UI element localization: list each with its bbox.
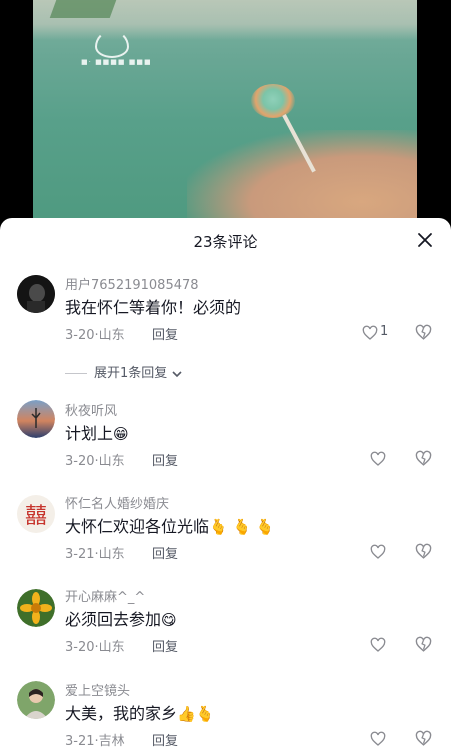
comment-text-body: 大怀仁欢迎各位光临 (65, 517, 210, 536)
comment-date: 3-21 (65, 547, 95, 562)
broken-heart-icon (415, 324, 432, 340)
comment-text-body: 必须回去参加 (65, 610, 162, 629)
like-button[interactable] (370, 637, 386, 653)
video-island (251, 84, 295, 118)
expand-divider (65, 373, 87, 374)
comment-text: 必须回去参加😋 (65, 606, 177, 630)
broken-heart-icon (415, 543, 432, 559)
like-button[interactable] (362, 325, 378, 341)
comment-username[interactable]: 怀仁名人婚纱婚庆 (65, 493, 169, 512)
reply-button[interactable]: 回复 (152, 636, 178, 655)
avatar-double-happiness-char: 囍 (24, 504, 47, 529)
comment-location: 山东 (98, 328, 125, 343)
heart-icon (362, 325, 378, 340)
like-button[interactable] (370, 731, 386, 747)
comment-emoji: 😋 (161, 611, 177, 629)
video-field (49, 0, 117, 18)
dislike-button[interactable] (415, 450, 432, 467)
comment-location: 山东 (98, 640, 125, 655)
comment-sheet: 23条评论 用户7652191085478 我在怀仁等着你！必须的 3-20·山… (0, 218, 451, 751)
avatar-image-icon (17, 275, 55, 313)
comment-meta: 3-21·山东 (65, 547, 125, 562)
comment-meta: 3-21·吉林 (65, 734, 125, 749)
comment-emoji: 😁 (113, 425, 129, 443)
broken-heart-icon (415, 450, 432, 466)
watermark-text: ■· ■■■■ ■■■ (81, 58, 152, 66)
reply-button[interactable]: 回复 (152, 324, 178, 343)
dislike-button[interactable] (415, 730, 432, 747)
reply-button[interactable]: 回复 (152, 450, 178, 469)
comment-meta: 3-20·山东 (65, 454, 125, 469)
heart-icon (370, 731, 386, 746)
avatar[interactable] (17, 681, 55, 719)
comment-meta: 3-20·山东 (65, 328, 125, 343)
comment-username[interactable]: 用户7652191085478 (65, 274, 199, 293)
heart-icon (370, 544, 386, 559)
watermark-icon (95, 30, 129, 58)
comment-location: 吉林 (98, 734, 125, 749)
like-button[interactable] (370, 544, 386, 560)
comment-username[interactable]: 开心麻麻^_^ (65, 586, 145, 605)
comment-username[interactable]: 爱上空镜头 (65, 680, 130, 699)
dislike-button[interactable] (415, 636, 432, 653)
like-count: 1 (380, 324, 389, 339)
broken-heart-icon (415, 636, 432, 652)
heart-icon (370, 451, 386, 466)
avatar[interactable] (17, 275, 55, 313)
broken-heart-icon (415, 730, 432, 746)
comment-location: 山东 (98, 547, 125, 562)
avatar[interactable] (17, 589, 55, 627)
dislike-button[interactable] (415, 324, 432, 341)
video-watermark-logo: ■· ■■■■ ■■■ (81, 30, 181, 72)
comment-text: 我在怀仁等着你！必须的 (65, 298, 242, 317)
video-player[interactable]: ■· ■■■■ ■■■ (33, 0, 417, 222)
heart-icon (370, 637, 386, 652)
avatar-image-icon (17, 400, 55, 438)
close-icon (418, 233, 432, 247)
comment-sheet-header: 23条评论 (0, 218, 451, 262)
expand-replies-label: 展开1条回复 (94, 366, 168, 381)
comment-text: 大怀仁欢迎各位光临🫰 🫰 🫰 (65, 513, 275, 537)
comment-emoji: 🫰 🫰 🫰 (209, 518, 275, 536)
close-button[interactable] (417, 232, 433, 248)
comment-text: 大美，我的家乡👍🫰 (65, 700, 214, 724)
comment-date: 3-21 (65, 734, 95, 749)
comment-text-body: 大美，我的家乡 (65, 704, 178, 723)
avatar-image-icon (17, 681, 55, 719)
reply-button[interactable]: 回复 (152, 543, 178, 562)
expand-replies-button[interactable]: 展开1条回复 (65, 362, 183, 381)
comment-text: 计划上😁 (65, 420, 129, 444)
comment-username[interactable]: 秋夜听风 (65, 400, 117, 419)
comment-date: 3-20 (65, 328, 95, 343)
comment-date: 3-20 (65, 640, 95, 655)
comment-count-title: 23条评论 (193, 233, 258, 251)
avatar[interactable] (17, 400, 55, 438)
reply-button[interactable]: 回复 (152, 730, 178, 749)
chevron-down-icon (172, 370, 182, 377)
comment-emoji: 👍🫰 (177, 705, 215, 723)
comment-location: 山东 (98, 454, 125, 469)
avatar[interactable]: 囍 (17, 495, 55, 533)
avatar-image-icon (17, 589, 55, 627)
comment-text-body: 计划上 (65, 424, 114, 443)
comment-meta: 3-20·山东 (65, 640, 125, 655)
like-button[interactable] (370, 451, 386, 467)
dislike-button[interactable] (415, 543, 432, 560)
comment-date: 3-20 (65, 454, 95, 469)
